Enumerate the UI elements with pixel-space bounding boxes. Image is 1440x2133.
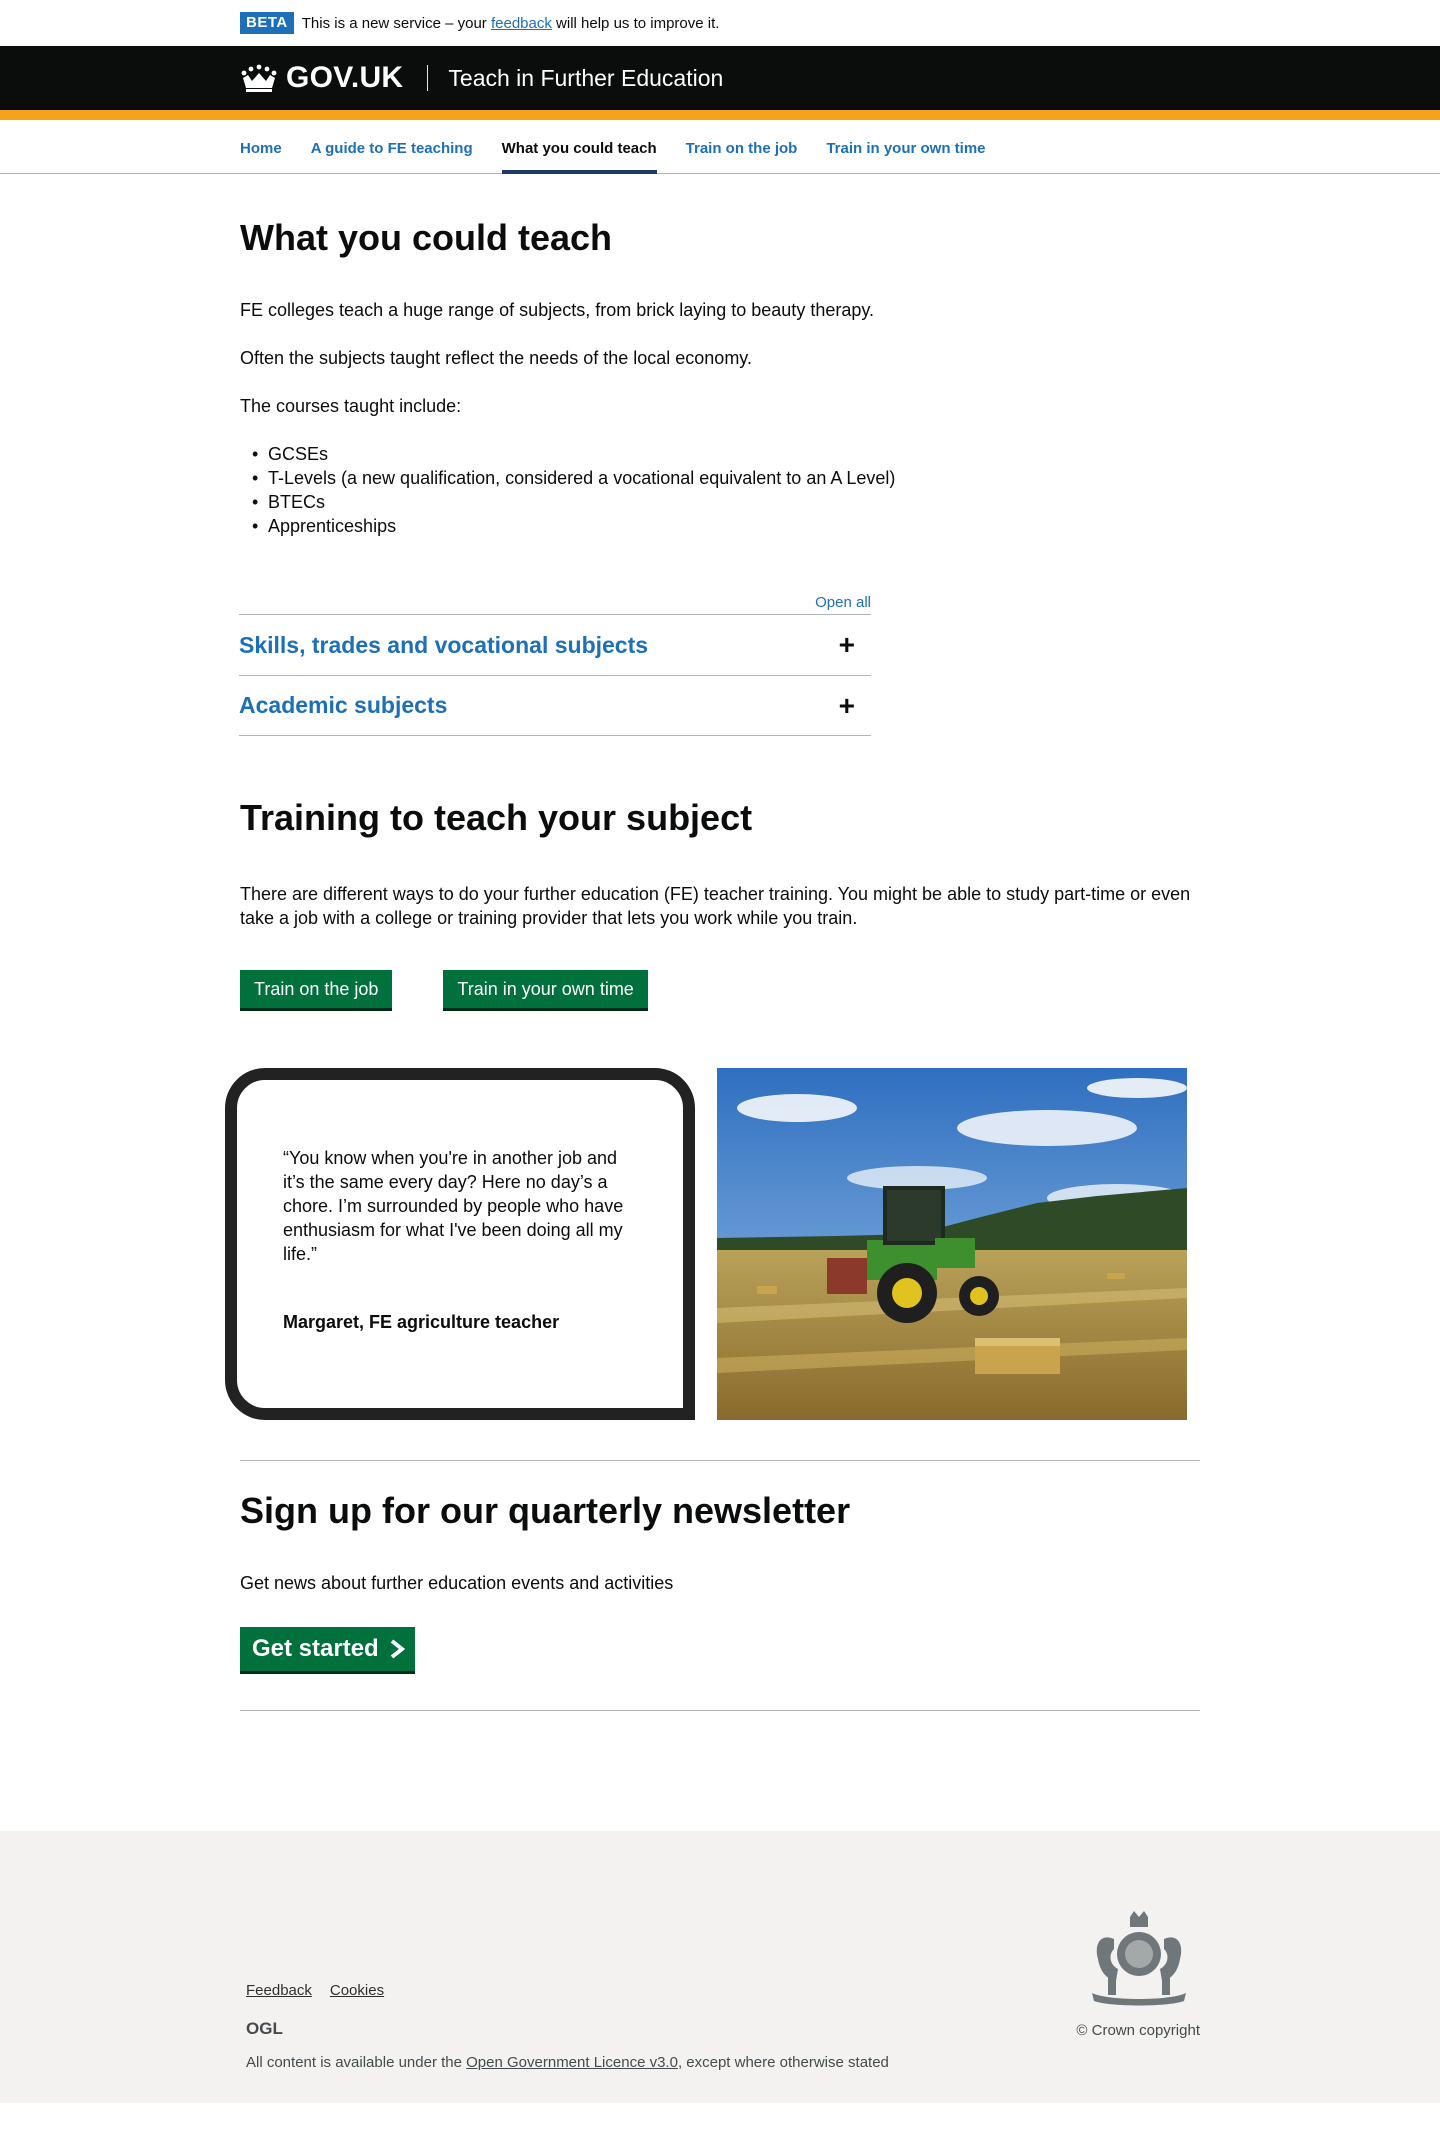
page-title: What you could teach [240, 217, 613, 258]
intro-paragraph: FE colleges teach a huge range of subjec… [240, 300, 875, 320]
get-started-label: Get started [252, 1635, 379, 1662]
licence-link[interactable]: Open Government Licence v3.0 [466, 2054, 678, 2071]
chevron-right-icon [390, 1639, 405, 1659]
royal-coat-of-arms-icon [1092, 1911, 1186, 2006]
header-stripe [0, 110, 1440, 120]
tractor-photo [717, 1068, 1187, 1420]
economy-paragraph: Often the subjects taught reflect the ne… [240, 348, 752, 368]
site-header: GOV.UK Teach in Further Education [0, 46, 1440, 110]
nav-item-train-on-the-job[interactable]: Train on the job [686, 120, 798, 174]
primary-navigation: Home A guide to FE teaching What you cou… [0, 120, 1440, 174]
govuk-wordmark: GOV.UK [286, 61, 404, 94]
govuk-logo-link[interactable]: GOV.UK [240, 61, 403, 95]
footer-link-feedback[interactable]: Feedback [246, 1982, 312, 1999]
section-divider [240, 1710, 1200, 1711]
phase-banner: BETA This is a new service – your feedba… [0, 0, 1440, 46]
subjects-accordion: Open all Skills, trades and vocational s… [239, 594, 871, 736]
train-in-own-time-button[interactable]: Train in your own time [443, 970, 648, 1008]
training-paragraph: There are different ways to do your furt… [240, 884, 1191, 928]
feedback-link[interactable]: feedback [491, 15, 552, 32]
nav-item-what-you-could-teach[interactable]: What you could teach [501, 120, 657, 174]
ogl-logo-icon: OGL [246, 2019, 283, 2037]
footer-link-cookies[interactable]: Cookies [330, 1982, 384, 1999]
courses-intro: The courses taught include: [240, 396, 462, 416]
plus-icon[interactable]: + [839, 691, 855, 720]
service-name-link[interactable]: Teach in Further Education [448, 65, 723, 92]
plus-icon[interactable]: + [839, 631, 855, 659]
testimonial: “You know when you're in another job and… [225, 1068, 1200, 1420]
beta-tag: BETA [240, 12, 294, 34]
accordion-heading[interactable]: Skills, trades and vocational subjects [239, 632, 648, 659]
list-item: Apprenticeships [252, 514, 1200, 538]
get-started-button[interactable]: Get started [240, 1627, 415, 1671]
header-divider [427, 65, 429, 91]
licence-text: All content is available under the Open … [246, 2054, 889, 2071]
nav-item-train-in-own-time[interactable]: Train in your own time [826, 120, 985, 174]
phase-banner-text: This is a new service – your feedback wi… [301, 14, 720, 32]
tractor-image [717, 1068, 1187, 1420]
accordion-heading[interactable]: Academic subjects [239, 692, 447, 719]
section-divider [240, 1460, 1200, 1461]
list-item: BTECs [252, 490, 1200, 514]
crown-copyright[interactable]: © Crown copyright [1076, 2022, 1200, 2039]
training-buttons: Train on the job Train in your own time [240, 970, 1200, 1008]
list-item: T-Levels (a new qualification, considere… [252, 466, 1200, 490]
crown-icon [241, 64, 277, 92]
quote-text: “You know when you're in another job and… [283, 1148, 624, 1264]
open-all-button[interactable]: Open all [239, 594, 871, 614]
nav-item-guide[interactable]: A guide to FE teaching [311, 120, 473, 174]
training-heading: Training to teach your subject [240, 797, 753, 838]
nav-item-home[interactable]: Home [240, 120, 282, 174]
courses-list: GCSEs T-Levels (a new qualification, con… [252, 442, 1200, 538]
newsletter-heading: Sign up for our quarterly newsletter [240, 1490, 851, 1531]
accordion-section-academic[interactable]: Academic subjects + [239, 675, 871, 736]
newsletter-text: Get news about further education events … [240, 1573, 674, 1593]
accordion-section-skills[interactable]: Skills, trades and vocational subjects + [239, 614, 871, 675]
train-on-the-job-button[interactable]: Train on the job [240, 970, 393, 1008]
site-footer: Feedback Cookies OGL All content is avai… [0, 1831, 1440, 2103]
quote-author: Margaret, FE agriculture teacher [283, 1312, 560, 1332]
main-content: What you could teach FE colleges teach a… [225, 217, 1200, 1711]
quote-card: “You know when you're in another job and… [225, 1068, 695, 1420]
ogl-text: OGL [246, 2019, 283, 2037]
list-item: GCSEs [252, 442, 1200, 466]
footer-links: Feedback Cookies [246, 1982, 402, 1999]
